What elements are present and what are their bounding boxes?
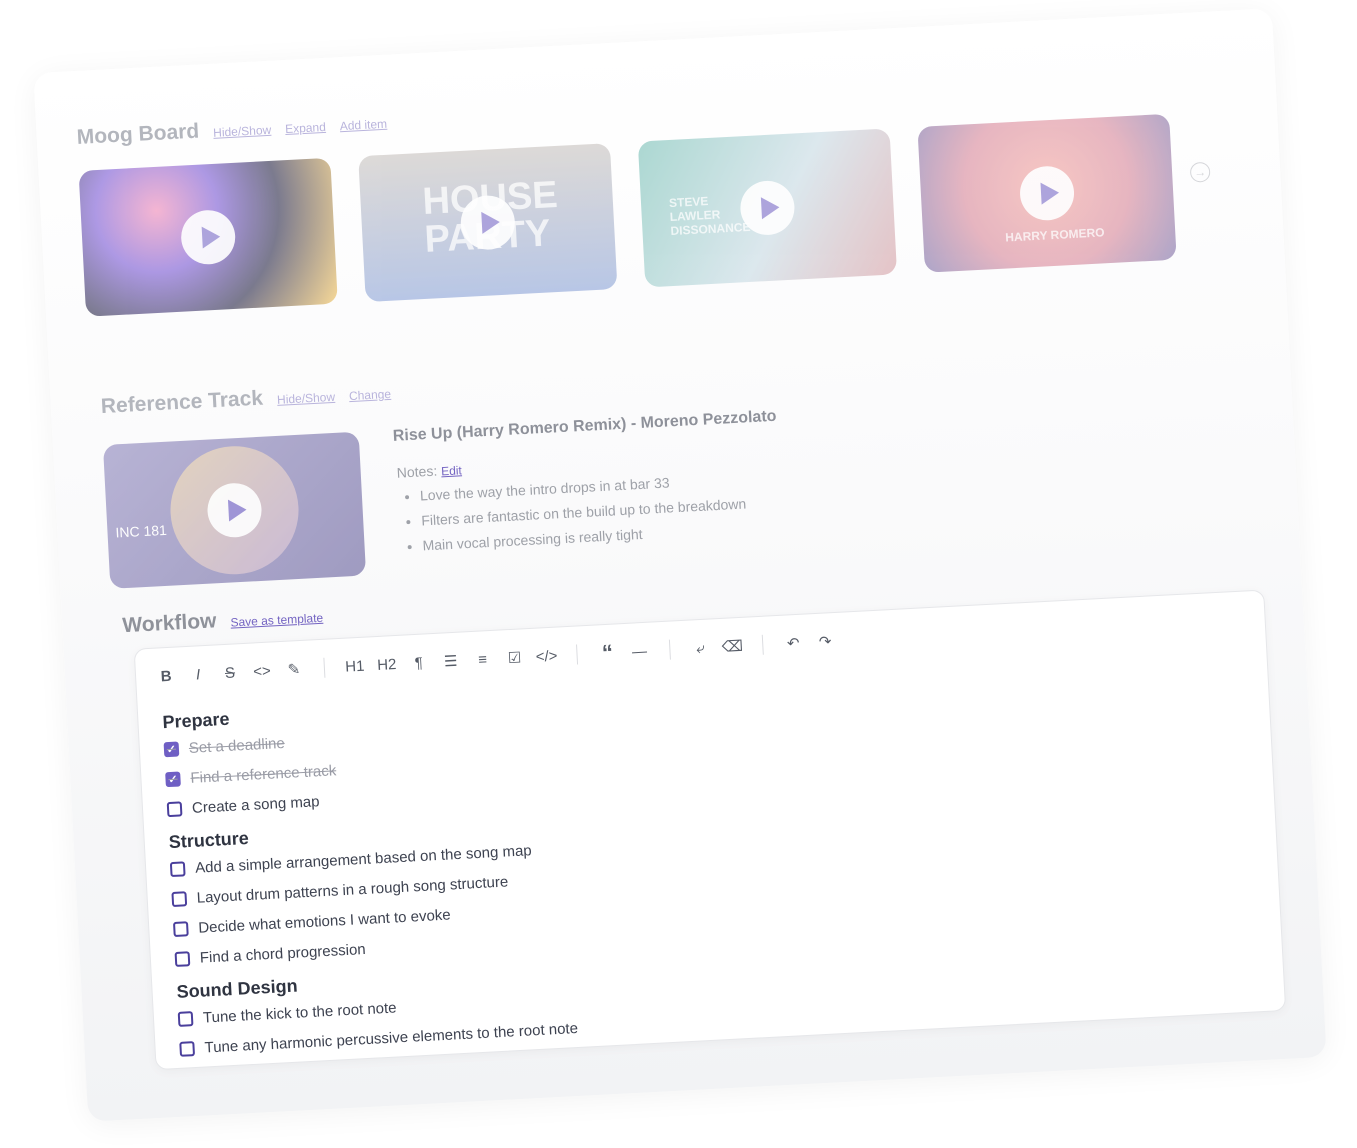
workflow-editor[interactable]: B I S <> ✎ H1 H2 ¶ ☰ ≡ ☑ </> “ — ⤶ ⌫ ↶ ↷… [133,589,1287,1071]
undo-button[interactable]: ↶ [781,631,806,656]
reference-track-title: Rise Up (Harry Romero Remix) - Moreno Pe… [392,407,777,445]
heading1-button[interactable]: H1 [342,654,367,679]
moodboard-expand-link[interactable]: Expand [285,120,326,136]
redo-button[interactable]: ↷ [813,629,838,654]
notes-label: Notes: [396,462,438,481]
bold-button[interactable]: B [153,663,178,688]
hard-break-button[interactable]: ⤶ [688,635,713,660]
reference-header: Reference Track Hide/Show Change [100,380,391,419]
horizontal-rule-button[interactable]: — [627,639,652,664]
checkbox[interactable] [171,891,188,908]
toolbar-divider [668,639,671,660]
code-block-button[interactable]: </> [534,643,559,668]
checkbox[interactable] [179,1041,196,1057]
checkbox[interactable] [163,741,180,758]
task-list-button[interactable]: ☑ [502,645,527,670]
task-label: Decide what emotions I want to evoke [197,906,452,937]
save-as-template-link[interactable]: Save as template [230,611,323,630]
italic-button[interactable]: I [185,662,210,687]
highlight-button[interactable]: ✎ [281,657,306,682]
checkbox[interactable] [172,921,189,938]
card-house-party-text: HOUSE PARTY [422,173,616,261]
moodboard-card-2[interactable]: HOUSE PARTY [358,143,618,303]
card-harry-romero-text: HARRY ROMERO [1004,225,1105,245]
ordered-list-button[interactable]: ≡ [470,647,495,672]
reference-hide-show-link[interactable]: Hide/Show [277,390,336,407]
heading2-button[interactable]: H2 [374,652,399,677]
toolbar-divider [323,657,326,678]
play-icon[interactable] [179,208,237,266]
checkbox[interactable] [166,801,183,818]
task-label: Tune the kick to the root note [202,999,397,1027]
task-label: Find a reference track [190,762,337,787]
moodboard-card-4[interactable]: HARRY ROMERO [917,113,1177,273]
play-icon[interactable] [1018,164,1076,222]
moodboard-header: Moog Board Hide/Show Expand Add item [76,110,387,150]
moodboard-add-item-link[interactable]: Add item [339,117,387,133]
checkbox[interactable] [177,1011,194,1027]
task-label: Layout drum patterns in a rough song str… [196,873,509,907]
notes-edit-link[interactable]: Edit [441,463,462,478]
toolbar-divider [576,644,579,665]
reference-title: Reference Track [100,386,264,419]
next-arrow-icon[interactable]: → [1189,161,1211,183]
task-label: Find a chord progression [199,940,367,967]
blockquote-button[interactable]: “ [595,640,620,666]
code-button[interactable]: <> [249,658,274,683]
toolbar-divider [761,634,764,655]
artwork-label: INC 181 [115,521,168,541]
task-label: Set a deadline [188,734,286,757]
checkbox[interactable] [169,861,186,878]
moodboard-card-3[interactable]: STEVE LAWLER DISSONANCE [637,128,898,288]
moodboard-title: Moog Board [76,119,200,149]
paragraph-button[interactable]: ¶ [406,650,431,675]
workflow-title: Workflow [121,609,218,638]
editor-document[interactable]: Prepare Set a deadline Find a reference … [137,636,1286,1084]
reference-notes: Notes: Edit Love the way the intro drops… [396,447,748,564]
checkbox[interactable] [165,771,181,788]
board-panel: Moog Board Hide/Show Expand Add item HOU… [33,8,1327,1122]
clear-format-button[interactable]: ⌫ [720,634,745,659]
workflow-header: Workflow Save as template [122,604,324,638]
task-label: Create a song map [191,793,320,817]
moodboard-card-1[interactable] [78,157,338,317]
reference-artwork[interactable]: INC 181 [102,431,367,589]
moodboard-hide-show-link[interactable]: Hide/Show [213,123,272,140]
reference-change-link[interactable]: Change [349,387,392,403]
strikethrough-button[interactable]: S [217,660,242,685]
moodboard-cards: HOUSE PARTY STEVE LAWLER DISSONANCE HARR… [78,113,1177,317]
task-label: Tune any harmonic percussive elements to… [204,1019,579,1057]
bullet-list-button[interactable]: ☰ [438,649,463,674]
checkbox[interactable] [174,951,191,967]
